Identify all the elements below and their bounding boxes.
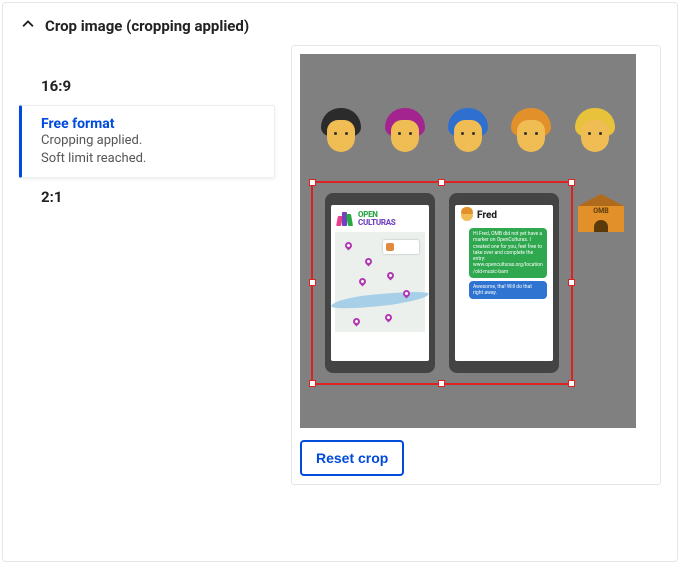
building-illustration: OMB — [578, 194, 624, 232]
map-pin-icon — [344, 241, 354, 251]
map-pin-icon — [352, 317, 362, 327]
image-preview[interactable]: OMB OPEN CULTURAS — [300, 54, 636, 428]
actions-row: Reset crop — [300, 428, 652, 476]
chat-header: Fred — [459, 209, 549, 225]
preview-pane: OMB OPEN CULTURAS — [291, 45, 661, 485]
map-pin-icon — [384, 313, 394, 323]
crop-handle-top-right[interactable] — [568, 179, 575, 186]
building-label: OMB — [578, 207, 624, 215]
tab-2-1[interactable]: 2:1 — [19, 178, 275, 216]
panel-body: 16:9 Free format Cropping applied. Soft … — [3, 45, 677, 501]
phones-illustration: OPEN CULTURAS — [313, 183, 571, 383]
openculturas-logo: OPEN CULTURAS — [335, 209, 425, 230]
person-icon — [383, 108, 427, 156]
chat-message: Hi Fred, OMB did not yet have a marker o… — [469, 228, 547, 278]
crop-handle-bottom-right[interactable] — [568, 380, 575, 387]
panel-header[interactable]: Crop image (cropping applied) — [3, 3, 677, 45]
tab-label: 2:1 — [41, 188, 261, 206]
crop-handle-top-mid[interactable] — [438, 179, 445, 186]
tab-16-9[interactable]: 16:9 — [19, 67, 275, 105]
map-pin-icon — [402, 289, 412, 299]
map-pin-icon — [358, 277, 368, 287]
person-icon — [446, 108, 490, 156]
tab-label: Free format — [41, 116, 260, 132]
phone-right: Fred Hi Fred, OMB did not yet have a mar… — [449, 193, 559, 373]
map-pin-icon — [386, 271, 396, 281]
aspect-ratio-tabs: 16:9 Free format Cropping applied. Soft … — [19, 45, 275, 485]
tab-subtext: Cropping applied. — [41, 132, 260, 150]
map-illustration — [335, 232, 425, 332]
crop-handle-mid-right[interactable] — [568, 279, 575, 286]
person-icon — [319, 108, 363, 156]
chat-message: Awesome, tha! Will do that right away. — [469, 281, 547, 300]
map-card-icon — [383, 240, 419, 254]
crop-handle-mid-left[interactable] — [309, 279, 316, 286]
crop-image-panel: Crop image (cropping applied) 16:9 Free … — [2, 2, 678, 562]
crop-handle-bottom-left[interactable] — [309, 380, 316, 387]
reset-crop-button[interactable]: Reset crop — [300, 440, 404, 476]
chevron-up-icon — [21, 17, 35, 35]
crop-handle-bottom-mid[interactable] — [438, 380, 445, 387]
tab-free-format[interactable]: Free format Cropping applied. Soft limit… — [19, 105, 275, 178]
chat-name: Fred — [477, 210, 497, 221]
person-icon — [509, 108, 553, 156]
crop-selection[interactable]: OPEN CULTURAS — [311, 181, 573, 385]
map-pin-icon — [364, 257, 374, 267]
person-icon — [573, 108, 617, 156]
tab-subtext: Soft limit reached. — [41, 150, 260, 168]
people-illustration — [300, 108, 636, 156]
tab-label: 16:9 — [41, 77, 261, 95]
crop-handle-top-left[interactable] — [309, 179, 316, 186]
panel-title: Crop image (cropping applied) — [45, 17, 249, 35]
avatar-icon — [461, 209, 473, 221]
phone-left: OPEN CULTURAS — [325, 193, 435, 373]
